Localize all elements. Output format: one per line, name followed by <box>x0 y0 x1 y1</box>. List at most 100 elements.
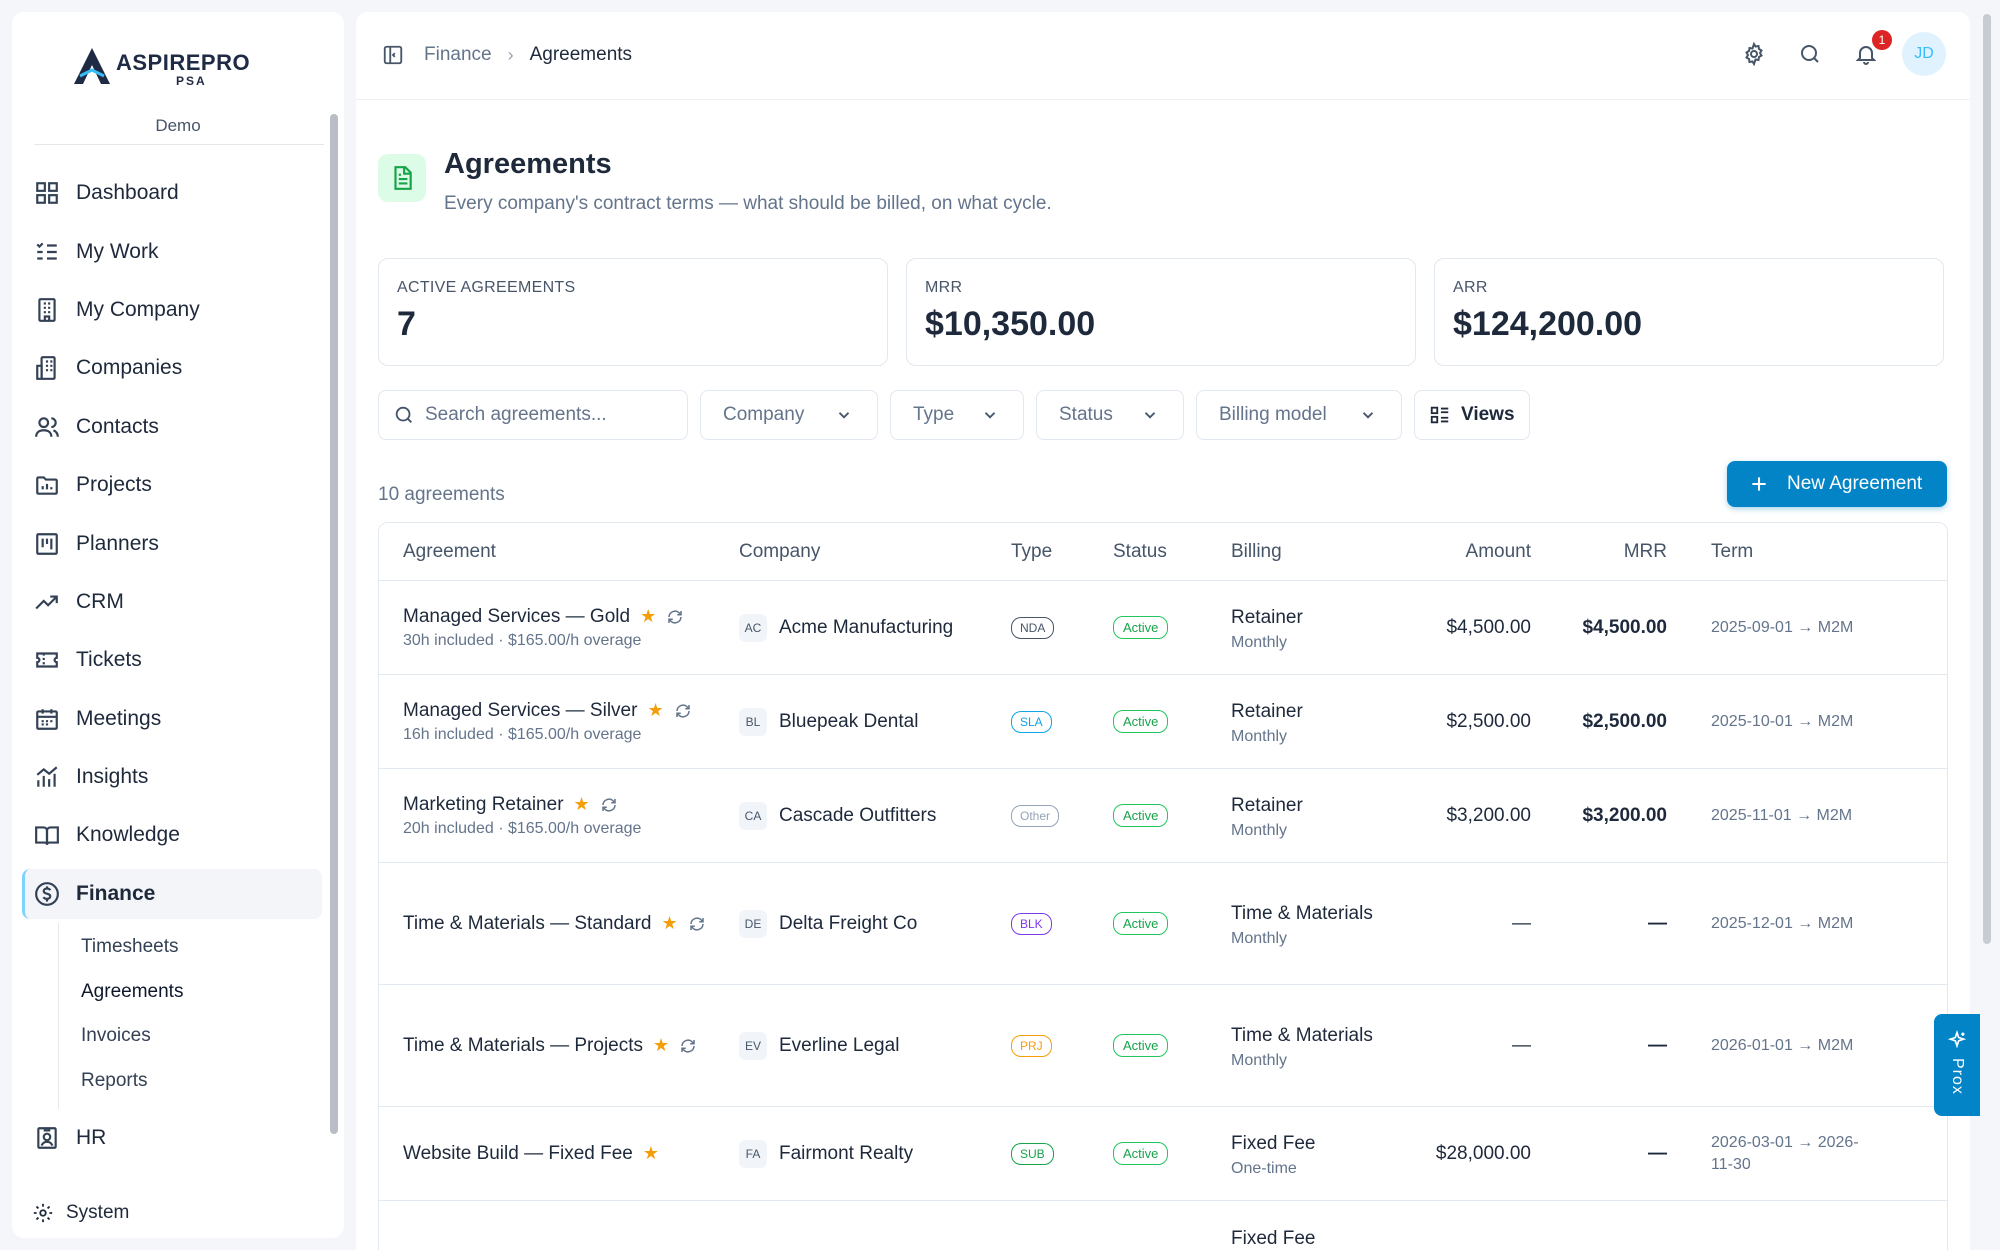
star-icon[interactable]: ★ <box>662 913 678 934</box>
company-cell: CA Cascade Outfitters <box>739 801 1011 830</box>
status-badge: Active <box>1113 912 1169 935</box>
agreement-name[interactable]: Marketing Retainer <box>403 794 564 816</box>
star-icon[interactable]: ★ <box>643 1143 659 1164</box>
star-icon[interactable]: ★ <box>574 794 590 815</box>
sidebar-item-tickets[interactable]: Tickets <box>22 631 322 689</box>
sidebar-item-hr[interactable]: HR <box>22 1109 322 1167</box>
type-filter-dropdown[interactable]: Type <box>890 390 1024 440</box>
company-name[interactable]: Fairmont Realty <box>779 1143 913 1165</box>
main-content: Finance › Agreements 1 JD Agreements Eve… <box>356 12 1970 1250</box>
table-row[interactable]: Time & Materials — Standard ★ DE Delta Frei… <box>379 863 1947 985</box>
sidebar-item-insights[interactable]: Insights <box>22 748 322 806</box>
mrr-cell: $4,500.00 <box>1582 616 1667 638</box>
brand-logo[interactable]: ASPIREPRO PSA <box>72 34 262 94</box>
user-avatar[interactable]: JD <box>1902 32 1946 76</box>
company-filter-dropdown[interactable]: Company <box>700 390 878 440</box>
column-header-agreement[interactable]: Agreement <box>379 541 739 563</box>
sidebar-item-knowledge[interactable]: Knowledge <box>22 806 322 864</box>
billing-model-filter-dropdown[interactable]: Billing model <box>1196 390 1402 440</box>
star-icon[interactable]: ★ <box>653 1035 669 1056</box>
agreement-name[interactable]: Time & Materials — Standard <box>403 913 652 935</box>
sidebar-item-label: Insights <box>76 765 149 789</box>
agreement-name[interactable]: Managed Services — Silver <box>403 700 637 722</box>
type-badge: SUB <box>1011 1142 1054 1165</box>
sidebar-item-system[interactable]: System <box>32 1202 129 1224</box>
sidebar-toggle-icon[interactable] <box>382 44 404 66</box>
term-cell: 2025-11-01 → M2M <box>1711 806 1853 824</box>
sidebar-scrollbar[interactable] <box>328 100 338 1185</box>
column-header-status[interactable]: Status <box>1113 541 1231 563</box>
term-cell: 2025-12-01 → M2M <box>1711 914 1854 932</box>
sidebar-item-label: My Company <box>76 297 200 321</box>
search-box[interactable] <box>378 390 688 440</box>
company-name[interactable]: Acme Manufacturing <box>779 617 953 639</box>
agreement-name[interactable]: Managed Services — Gold <box>403 606 630 628</box>
recurring-icon <box>668 609 682 624</box>
company-name[interactable]: Everline Legal <box>779 1035 899 1057</box>
bar-chart-icon <box>36 766 58 787</box>
sidebar-item-finance[interactable]: Finance <box>22 868 322 919</box>
settings-button[interactable] <box>1732 32 1776 76</box>
mrr-cell: — <box>1648 1142 1667 1164</box>
sidebar-item-label: Planners <box>76 531 159 555</box>
column-header-type[interactable]: Type <box>1011 541 1113 563</box>
table-row[interactable]: Website Build — Fixed Fee ★ FA Fairmont Rea… <box>379 1107 1947 1201</box>
book-icon <box>35 826 59 846</box>
column-header-term[interactable]: Term <box>1667 541 1867 563</box>
breadcrumb-parent[interactable]: Finance <box>424 44 492 66</box>
agreements-table: Agreement Company Type Status Billing Am… <box>378 522 1948 1250</box>
sidebar-item-contacts[interactable]: Contacts <box>22 398 322 456</box>
table-row[interactable]: Marketing Retainer ★ 20h included · $165.0… <box>379 769 1947 863</box>
sidebar-item-crm[interactable]: CRM <box>22 573 322 631</box>
sidebar-scroll-thumb[interactable] <box>330 114 338 1134</box>
stat-value: $124,200.00 <box>1453 305 1643 343</box>
status-badge: Active <box>1113 804 1169 827</box>
sidebar-item-my-company[interactable]: My Company <box>22 281 322 339</box>
agreement-name-row: Managed Services — Silver ★ <box>403 700 739 722</box>
star-icon[interactable]: ★ <box>640 606 656 627</box>
subnav-invoices[interactable]: Invoices <box>81 1014 322 1059</box>
sidebar-item-meetings[interactable]: Meetings <box>22 690 322 748</box>
page-scrollbar[interactable] <box>1982 14 1992 1244</box>
views-button[interactable]: Views <box>1414 390 1530 440</box>
company-name[interactable]: Bluepeak Dental <box>779 711 918 733</box>
column-header-amount[interactable]: Amount <box>1381 541 1531 563</box>
table-row[interactable]: Fixed Fee <box>379 1201 1947 1250</box>
subnav-agreements[interactable]: Agreements <box>81 969 322 1014</box>
table-row[interactable]: Managed Services — Silver ★ 16h included ·… <box>379 675 1947 769</box>
agreement-name[interactable]: Website Build — Fixed Fee <box>403 1143 633 1165</box>
star-icon[interactable]: ★ <box>647 700 663 721</box>
billing-cycle: One-time <box>1231 1159 1297 1177</box>
sidebar-item-label: Dashboard <box>76 181 179 205</box>
sidebar-item-my-work[interactable]: My Work <box>22 222 322 280</box>
sidebar-item-label: My Work <box>76 239 159 263</box>
subnav-reports[interactable]: Reports <box>81 1058 322 1103</box>
subnav-timesheets[interactable]: Timesheets <box>81 925 322 970</box>
agreement-cell: Managed Services — Silver ★ 16h included ·… <box>379 700 739 744</box>
billing-cycle: Monthly <box>1231 633 1288 651</box>
company-name[interactable]: Cascade Outfitters <box>779 805 936 827</box>
copilot-tab[interactable]: Prox <box>1934 1014 1980 1116</box>
column-header-mrr[interactable]: MRR <box>1531 541 1667 563</box>
type-cell: BLK <box>1011 912 1113 935</box>
page-scroll-thumb[interactable] <box>1983 14 1991 944</box>
notifications-button[interactable]: 1 <box>1844 30 1892 76</box>
new-agreement-button[interactable]: New Agreement <box>1727 461 1947 507</box>
sidebar-item-companies[interactable]: Companies <box>22 339 322 397</box>
sidebar-item-planners[interactable]: Planners <box>22 514 322 572</box>
column-header-company[interactable]: Company <box>739 541 1011 563</box>
column-header-billing[interactable]: Billing <box>1231 541 1381 563</box>
table-row[interactable]: Managed Services — Gold ★ 30h included · $… <box>379 581 1947 675</box>
tenant-name[interactable]: Demo <box>32 116 324 136</box>
sidebar-item-label: Tickets <box>76 648 142 672</box>
search-button[interactable] <box>1788 32 1832 76</box>
sidebar-item-dashboard[interactable]: Dashboard <box>22 164 322 222</box>
status-filter-dropdown[interactable]: Status <box>1036 390 1184 440</box>
search-input[interactable] <box>425 404 665 426</box>
result-count: 10 agreements <box>378 484 505 505</box>
agreement-name[interactable]: Time & Materials — Projects <box>403 1035 643 1057</box>
table-body: Managed Services — Gold ★ 30h included · $… <box>379 581 1947 1250</box>
table-row[interactable]: Time & Materials — Projects ★ EV Everline L… <box>379 985 1947 1107</box>
company-name[interactable]: Delta Freight Co <box>779 913 917 935</box>
sidebar-item-projects[interactable]: Projects <box>22 456 322 514</box>
